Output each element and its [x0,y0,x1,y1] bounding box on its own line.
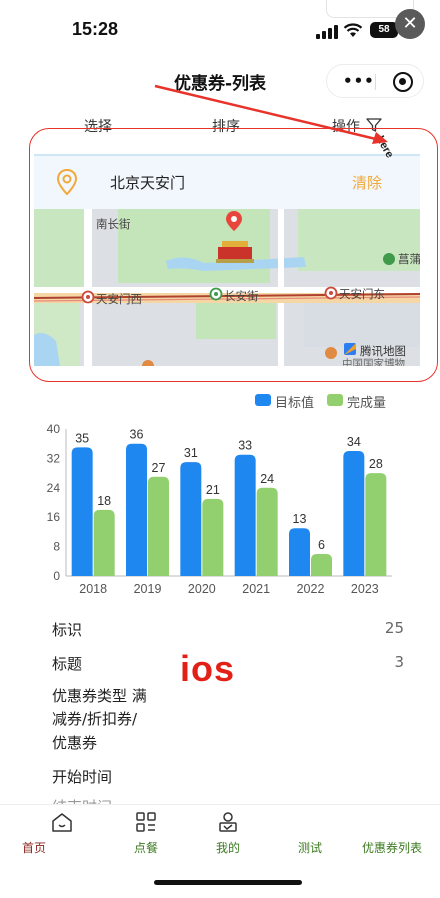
x-tick-label: 2022 [297,582,325,596]
bar-value-label: 36 [130,428,144,442]
bar-target [234,454,256,576]
platform-annotation: ios [180,648,236,689]
bar-done [202,498,224,576]
bar-target [289,528,310,576]
user-card-icon [219,812,237,832]
y-tick-label: 40 [47,422,61,436]
bar-target [180,462,202,576]
tab-mine[interactable]: 我的 [184,805,272,865]
legend-label-done: 完成量 [347,396,387,411]
info-label-title: 标题 [52,655,83,673]
bar-value-label: 13 [293,512,307,526]
x-tick-label: 2019 [134,582,162,596]
info-label-type-line2: 减券/折扣券/ [52,710,138,728]
tab-label-mine: 我的 [215,841,240,855]
x-tick-label: 2018 [79,582,107,596]
tab-label-test: 测试 [297,841,322,855]
bar-done [148,476,169,576]
tab-coupon-list[interactable]: 优惠券列表 [348,805,436,865]
bar-value-label: 34 [347,435,361,449]
legend-swatch-done [327,394,343,406]
info-label-type-line1: 优惠券类型 满 [52,687,147,705]
bar-value-label: 31 [184,446,198,460]
y-tick-label: 32 [47,451,61,465]
bar-value-label: 6 [318,538,325,552]
y-tick-label: 16 [47,510,61,524]
bar-done [93,509,115,576]
info-label-id: 标识 [52,621,83,639]
info-label-start-time: 开始时间 [52,768,113,786]
bar-value-label: 24 [260,472,274,486]
bar-chart: 目标值 完成量 0 8 16 24 32 40 2018 35 18 2019 36 27 2020 31… [30,384,410,598]
grid-icon [136,812,156,832]
chart-plot: 0 8 16 24 32 40 2018 35 18 2019 36 27 2020 31 21 2021 33… [47,422,392,596]
bar-value-label: 35 [75,431,89,445]
bar-value-label: 21 [206,483,220,497]
y-tick-label: 8 [53,540,60,554]
bar-value-label: 28 [369,457,383,471]
legend-label-target: 目标值 [275,396,315,411]
bar-value-label: 33 [238,439,252,453]
home-indicator [154,880,302,885]
bar-target [343,451,365,576]
info-value-id: 25 [384,619,404,637]
bar-done [311,553,332,576]
tab-label-coupon-list: 优惠券列表 [361,841,422,855]
y-tick-label: 0 [53,569,60,583]
bar-done [365,473,387,576]
bar-done [256,487,278,576]
x-tick-label: 2021 [242,582,270,596]
tab-label-home: 首页 [21,841,46,855]
tab-home[interactable]: 首页 [18,805,106,865]
tab-order[interactable]: 点餐 [102,805,190,865]
info-label-type-line3: 优惠券 [52,734,98,752]
legend-swatch-target [255,394,271,406]
tab-test[interactable]: 测试 [266,805,354,865]
bar-value-label: 27 [152,461,166,475]
info-value-title: 3 [394,653,404,671]
tab-label-order: 点餐 [133,841,158,855]
x-tick-label: 2023 [351,582,379,596]
bar-target [126,443,147,576]
home-icon [52,813,72,832]
y-tick-label: 24 [47,481,61,495]
info-card: 标识 25 标题 3 优惠券类型 满 减券/折扣券/ 优惠券 开始时间 [30,600,420,802]
x-tick-label: 2020 [188,582,216,596]
bar-target [71,447,93,576]
bar-value-label: 18 [97,494,111,508]
